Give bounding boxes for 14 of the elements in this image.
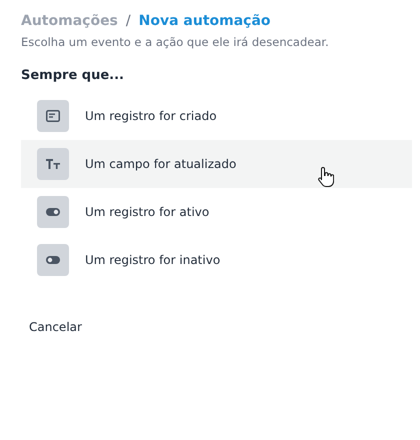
text-size-icon (46, 159, 60, 169)
section-title: Sempre que... (21, 68, 125, 83)
toggle-icon (46, 256, 60, 264)
subtitle: Escolha um evento e a ação que ele irá desencadear. (21, 35, 330, 49)
event-option[interactable]: Um campo for atualizado (21, 140, 412, 188)
hand-cursor-icon (318, 166, 334, 188)
event-option[interactable]: Um registro for criado (21, 92, 412, 140)
cancel-button[interactable]: Cancelar (21, 314, 90, 340)
event-option[interactable]: Um registro for ativo (21, 188, 412, 236)
page-title: Nova automação (138, 13, 271, 29)
event-option[interactable]: Um registro for inativo (21, 236, 412, 284)
card-icon (46, 110, 60, 122)
breadcrumb-separator: / (126, 13, 131, 29)
toggle-icon (46, 208, 60, 216)
